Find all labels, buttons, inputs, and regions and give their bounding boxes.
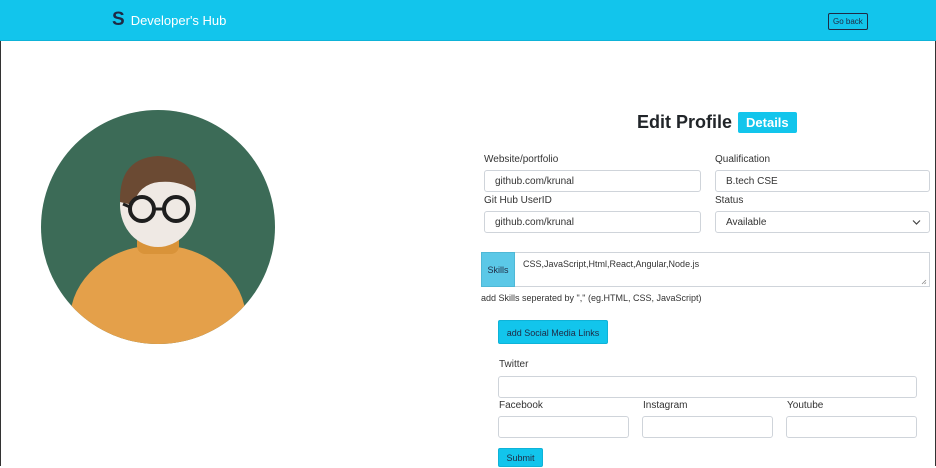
status-select[interactable]: Available <box>715 211 930 233</box>
chevron-down-icon <box>912 220 921 225</box>
github-value: github.com/krunal <box>495 217 574 228</box>
go-back-button[interactable]: Go back <box>828 13 868 30</box>
website-label: Website/portfolio <box>484 154 559 165</box>
details-badge: Details <box>738 112 797 133</box>
qualification-label: Qualification <box>715 154 771 165</box>
facebook-input[interactable] <box>498 416 629 438</box>
website-input[interactable]: github.com/krunal <box>484 170 701 192</box>
youtube-label: Youtube <box>787 400 824 411</box>
twitter-label: Twitter <box>499 359 529 370</box>
add-social-links-button[interactable]: add Social Media Links <box>498 320 608 344</box>
skills-value: CSS,JavaScript,Html,React,Angular,Node.j… <box>523 259 700 269</box>
qualification-value: B.tech CSE <box>726 176 778 187</box>
status-label: Status <box>715 195 744 206</box>
github-input[interactable]: github.com/krunal <box>484 211 701 233</box>
qualification-input[interactable]: B.tech CSE <box>715 170 930 192</box>
skills-textarea[interactable]: CSS,JavaScript,Html,React,Angular,Node.j… <box>515 252 930 287</box>
brand-name: Developer's Hub <box>130 12 227 28</box>
facebook-label: Facebook <box>499 400 543 411</box>
instagram-input[interactable] <box>642 416 773 438</box>
skills-help-text: add Skills seperated by "," (eg.HTML, CS… <box>481 293 702 303</box>
website-value: github.com/krunal <box>495 176 574 187</box>
form-title: Edit Profile Details <box>637 112 797 133</box>
status-value: Available <box>726 217 767 228</box>
skills-label: Skills <box>481 252 515 287</box>
github-label: Git Hub UserID <box>484 195 552 206</box>
logo-icon: S <box>112 9 125 30</box>
page-title: Edit Profile <box>637 112 733 132</box>
brand[interactable]: S Developer's Hub <box>112 9 227 30</box>
twitter-input[interactable] <box>498 376 917 398</box>
submit-button[interactable]: Submit <box>498 448 543 467</box>
avatar <box>41 110 275 344</box>
navbar: S Developer's Hub Go back <box>0 0 936 41</box>
resize-handle-icon[interactable] <box>921 279 927 285</box>
youtube-input[interactable] <box>786 416 917 438</box>
instagram-label: Instagram <box>643 400 688 411</box>
